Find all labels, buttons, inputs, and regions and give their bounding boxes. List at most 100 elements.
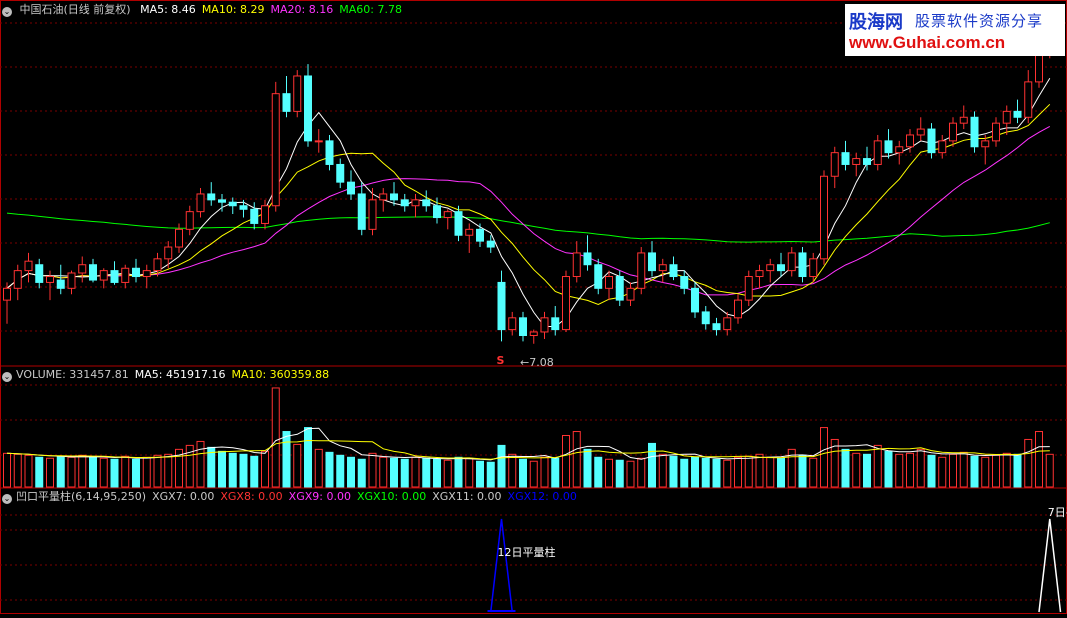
candle: [99, 270, 108, 281]
volume-bar: [132, 458, 140, 488]
candle: [691, 287, 699, 313]
volume-bar: [863, 453, 871, 488]
volume-bar: [895, 453, 904, 488]
watermark-subtitle: 股票软件资源分享: [915, 12, 1044, 30]
volume-bar: [411, 456, 420, 488]
candle: [787, 252, 796, 272]
collapse-icon[interactable]: ⌄: [2, 372, 12, 382]
candle: [13, 270, 22, 289]
candle: [465, 228, 474, 236]
candle: [798, 252, 807, 278]
volume-bar: [357, 458, 366, 488]
volume-bar: [916, 448, 925, 488]
volume-bar: [508, 453, 517, 488]
volume-bar: [637, 457, 646, 488]
legend-item: MA20: 8.16: [270, 3, 334, 16]
volume-bar: [336, 454, 345, 488]
candle: [744, 276, 753, 301]
volume-bar: [250, 455, 259, 488]
candle: [562, 276, 570, 331]
candle: [218, 199, 226, 203]
volume-bar: [852, 452, 861, 488]
candle: [508, 317, 517, 331]
candle: [766, 264, 775, 272]
volume-bar: [110, 458, 119, 488]
volume-bar: [121, 455, 130, 488]
volume-bar: [78, 454, 87, 488]
candle: [1013, 110, 1022, 118]
volume-bar: [809, 457, 818, 488]
watermark-url: www.Guhai.com.cn: [849, 33, 1006, 52]
volume-bar: [1002, 452, 1011, 488]
volume-bar: [228, 452, 237, 488]
candle: [637, 252, 646, 289]
volume-bar: [1045, 453, 1054, 488]
volume-bar: [271, 387, 280, 488]
volume-bar: [314, 448, 323, 488]
volume-bar: [562, 434, 570, 488]
candle: [400, 199, 409, 207]
candle: [207, 193, 216, 201]
candle: [390, 193, 398, 201]
candle: [519, 317, 527, 337]
volume-bar: [476, 460, 484, 488]
price-title: 中国石油(日线 前复权): [19, 3, 131, 16]
volume-bar: [422, 457, 431, 488]
candle: [529, 331, 538, 337]
collapse-icon[interactable]: ⌄: [2, 494, 12, 504]
volume-bar: [540, 456, 549, 488]
candle: [938, 140, 947, 154]
candle: [594, 264, 603, 289]
volume-bar: [142, 456, 151, 488]
volume-bar: [970, 455, 979, 488]
volume-bar: [443, 459, 452, 488]
xgx12-label: 12日平量柱: [498, 545, 556, 559]
legend-item: XGX9: 0.00: [288, 490, 351, 503]
volume-bar: [390, 457, 398, 488]
candle: [723, 317, 732, 331]
legend-item: MA10: 8.29: [201, 3, 265, 16]
candle: [153, 258, 162, 272]
legend-item: XGX11: 0.00: [432, 490, 502, 503]
candle: [658, 264, 667, 272]
volume-bar: [594, 456, 603, 488]
candle: [809, 258, 818, 278]
candle: [895, 146, 904, 154]
volume-bar: [1013, 453, 1022, 488]
volume-legend: ⌄ VOLUME: 331457.81 MA5: 451917.16 MA10: 36…: [2, 367, 335, 383]
volume-bar: [712, 458, 721, 488]
collapse-icon[interactable]: ⌄: [2, 7, 12, 17]
volume-bar: [207, 446, 216, 488]
volume-bar: [497, 444, 506, 488]
candle: [422, 199, 431, 207]
candle: [540, 317, 549, 333]
candle: [164, 246, 173, 260]
price-legend: ⌄ 中国石油(日线 前复权) MA5: 8.46 MA10: 8.29 MA20: …: [2, 2, 408, 18]
candle: [476, 228, 484, 242]
candle: [605, 276, 613, 289]
volume-bar: [196, 440, 205, 488]
watermark-logo: 股海网 股票软件资源分享 www.Guhai.com.cn: [845, 4, 1065, 56]
candle: [56, 279, 65, 289]
legend-item: XGX10: 0.00: [356, 490, 427, 503]
volume-bar: [873, 444, 882, 488]
candle: [777, 264, 785, 272]
candle: [648, 252, 656, 272]
candle: [293, 75, 302, 112]
xgx11-label: 7日平量柱: [1048, 505, 1067, 519]
candle: [304, 75, 312, 142]
volume-bar: [906, 452, 914, 488]
volume-bar: [949, 453, 957, 488]
ma20-line: [6, 125, 1051, 296]
volume-bar: [239, 453, 248, 488]
candle: [572, 252, 581, 278]
s-signal-marker: S: [497, 354, 505, 367]
volume-bar: [164, 453, 173, 488]
volume-bar: [658, 453, 667, 488]
volume-bar: [551, 457, 560, 488]
candle: [239, 205, 248, 210]
candle: [368, 199, 377, 230]
candle: [185, 211, 194, 230]
candle: [121, 267, 130, 283]
volume-bar: [680, 458, 689, 488]
